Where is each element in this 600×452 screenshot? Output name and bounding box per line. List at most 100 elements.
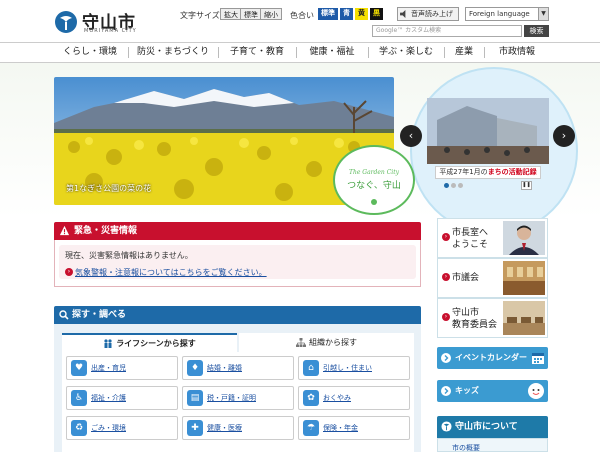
speaker-icon xyxy=(400,10,406,18)
nav-divider xyxy=(128,47,129,58)
kids-button[interactable]: キッズ xyxy=(437,380,548,402)
chevron-down-icon: ▼ xyxy=(538,8,548,20)
slider-next-button[interactable]: › xyxy=(553,125,575,147)
arrow-right-icon: › xyxy=(442,313,450,321)
arrow-right-icon: › xyxy=(65,268,73,276)
event-calendar-button[interactable]: イベントカレンダー xyxy=(437,347,548,369)
nav-item-industry[interactable]: 産業 xyxy=(446,43,482,62)
font-size-standard-button[interactable]: 標準 xyxy=(240,8,262,20)
flower-icon: ✿ xyxy=(303,390,319,406)
mayor-office-label-2: ようこそ xyxy=(452,240,489,250)
org-chart-icon xyxy=(296,338,306,347)
emergency-body: 現在、災害緊急情報はありません。 › 気象警報・注意報についてはこちらをご覧くだ… xyxy=(54,240,421,287)
arrow-right-icon: › xyxy=(442,273,450,281)
city-name-en: MORIYAMA CITY xyxy=(84,28,137,34)
category-label: 引越し・住まい xyxy=(323,364,372,372)
slider-prev-button[interactable]: ‹ xyxy=(400,125,422,147)
about-city-body: 市の概要 xyxy=(437,438,548,452)
nav-item-city-info[interactable]: 市政情報 xyxy=(486,43,548,62)
nav-item-learning[interactable]: 学ぶ・楽しむ xyxy=(370,43,442,62)
about-city-title: 守山市について xyxy=(455,422,518,432)
about-city-header: 守山市について xyxy=(437,416,548,438)
language-select-value: Foreign language xyxy=(469,10,530,18)
color-label: 色合い xyxy=(290,11,314,20)
wheelchair-icon: ♿ xyxy=(71,390,87,406)
tab-life-scene[interactable]: ライフシーンから探す xyxy=(62,333,237,352)
nav-divider xyxy=(484,47,485,58)
color-yellow-button[interactable]: 黄 xyxy=(355,8,368,20)
arrow-right-icon xyxy=(441,353,451,363)
category-card[interactable]: ♻ ごみ・環境 xyxy=(66,416,178,440)
weather-warning-link[interactable]: 気象警報・注意報についてはこちらをご覧ください。 xyxy=(75,267,267,278)
document-icon: ▤ xyxy=(187,390,203,406)
nav-divider xyxy=(368,47,369,58)
slide-caption-prefix: 平成27年1月の xyxy=(439,168,488,176)
color-blue-button[interactable]: 青 xyxy=(340,8,353,20)
category-label: 税・戸籍・証明 xyxy=(207,394,256,402)
font-size-smaller-button[interactable]: 縮小 xyxy=(260,8,282,20)
category-card[interactable]: ✚ 健康・医療 xyxy=(182,416,294,440)
slider-pause-button[interactable]: ❚❚ xyxy=(521,181,532,190)
arrow-right-icon: › xyxy=(442,233,450,241)
mayor-photo xyxy=(503,221,545,255)
calendar-icon xyxy=(532,353,544,364)
language-select[interactable]: Foreign language ▼ xyxy=(465,7,549,21)
council-photo xyxy=(503,261,545,295)
arrow-right-icon xyxy=(441,386,451,396)
insurance-icon: ☂ xyxy=(303,420,319,436)
font-size-larger-button[interactable]: 拡大 xyxy=(220,8,242,20)
city-overview-link[interactable]: 市の概要 xyxy=(452,443,480,452)
tab-organization-label: 組織から探す xyxy=(309,338,357,347)
color-black-button[interactable]: 黒 xyxy=(370,8,383,20)
trash-icon: ♻ xyxy=(71,420,87,436)
slider-dot[interactable] xyxy=(451,183,456,188)
garden-city-badge[interactable]: The Garden City つなぐ、守山 xyxy=(333,145,415,215)
warning-icon xyxy=(59,225,70,236)
baby-icon: ♥ xyxy=(71,360,87,376)
search-button[interactable]: 検索 xyxy=(524,25,549,37)
slide-caption[interactable]: 平成27年1月のまちの活動記録 xyxy=(435,166,541,179)
house-icon: ⌂ xyxy=(303,360,319,376)
category-card[interactable]: ▤ 税・戸籍・証明 xyxy=(182,386,294,410)
category-label: 保険・年金 xyxy=(323,424,358,432)
color-standard-button[interactable]: 標準 xyxy=(318,8,338,20)
nav-item-health[interactable]: 健康・福祉 xyxy=(298,43,366,62)
garden-badge-jp: つなぐ、守山 xyxy=(347,181,401,191)
speech-button[interactable]: 音声読み上げ xyxy=(397,7,459,21)
city-council-card[interactable]: › 市議会 xyxy=(437,258,548,298)
nav-item-disaster[interactable]: 防災・まちづくり xyxy=(130,43,216,62)
search-section-title: 探す・調べる xyxy=(72,310,127,320)
search-section-header: 探す・調べる xyxy=(54,306,421,324)
slider-dot-active[interactable] xyxy=(444,183,449,188)
board-of-education-card[interactable]: › 守山市 教育委員会 xyxy=(437,298,548,338)
category-card[interactable]: ♿ 福祉・介護 xyxy=(66,386,178,410)
category-card[interactable]: ⌂ 引越し・住まい xyxy=(298,356,410,380)
category-label: 福祉・介護 xyxy=(91,394,126,402)
tab-life-scene-label: ライフシーンから探す xyxy=(116,339,196,348)
slide-image[interactable] xyxy=(427,98,549,164)
emergency-header: 緊急・災害情報 xyxy=(54,222,421,240)
slider-dot[interactable] xyxy=(458,183,463,188)
city-logo-icon[interactable] xyxy=(54,10,78,34)
magnifier-icon xyxy=(59,310,69,320)
tab-organization[interactable]: 組織から探す xyxy=(239,333,414,352)
mayor-office-card[interactable]: › 市長室へ ようこそ xyxy=(437,218,548,258)
emergency-title: 緊急・災害情報 xyxy=(74,226,138,236)
board-of-education-label-1: 守山市 xyxy=(452,308,480,318)
city-logo-small-icon xyxy=(441,421,452,432)
nav-item-life[interactable]: くらし・環境 xyxy=(54,43,126,62)
emergency-status-text: 現在、災害緊急情報はありません。 xyxy=(65,251,193,260)
event-calendar-label: イベントカレンダー xyxy=(455,353,527,362)
category-card[interactable]: ♥ 出産・育児 xyxy=(66,356,178,380)
rings-icon: ♦ xyxy=(187,360,203,376)
nav-item-childcare[interactable]: 子育て・教育 xyxy=(220,43,294,62)
font-size-label: 文字サイズ xyxy=(180,11,220,20)
nav-divider xyxy=(444,47,445,58)
kids-character-icon xyxy=(528,383,544,399)
category-card[interactable]: ✿ おくやみ xyxy=(298,386,410,410)
category-label: おくやみ xyxy=(323,394,351,402)
speech-button-label: 音声読み上げ xyxy=(411,10,453,18)
search-input[interactable]: Google™ カスタム検索 xyxy=(372,25,522,37)
category-card[interactable]: ♦ 結婚・離婚 xyxy=(182,356,294,380)
category-card[interactable]: ☂ 保険・年金 xyxy=(298,416,410,440)
